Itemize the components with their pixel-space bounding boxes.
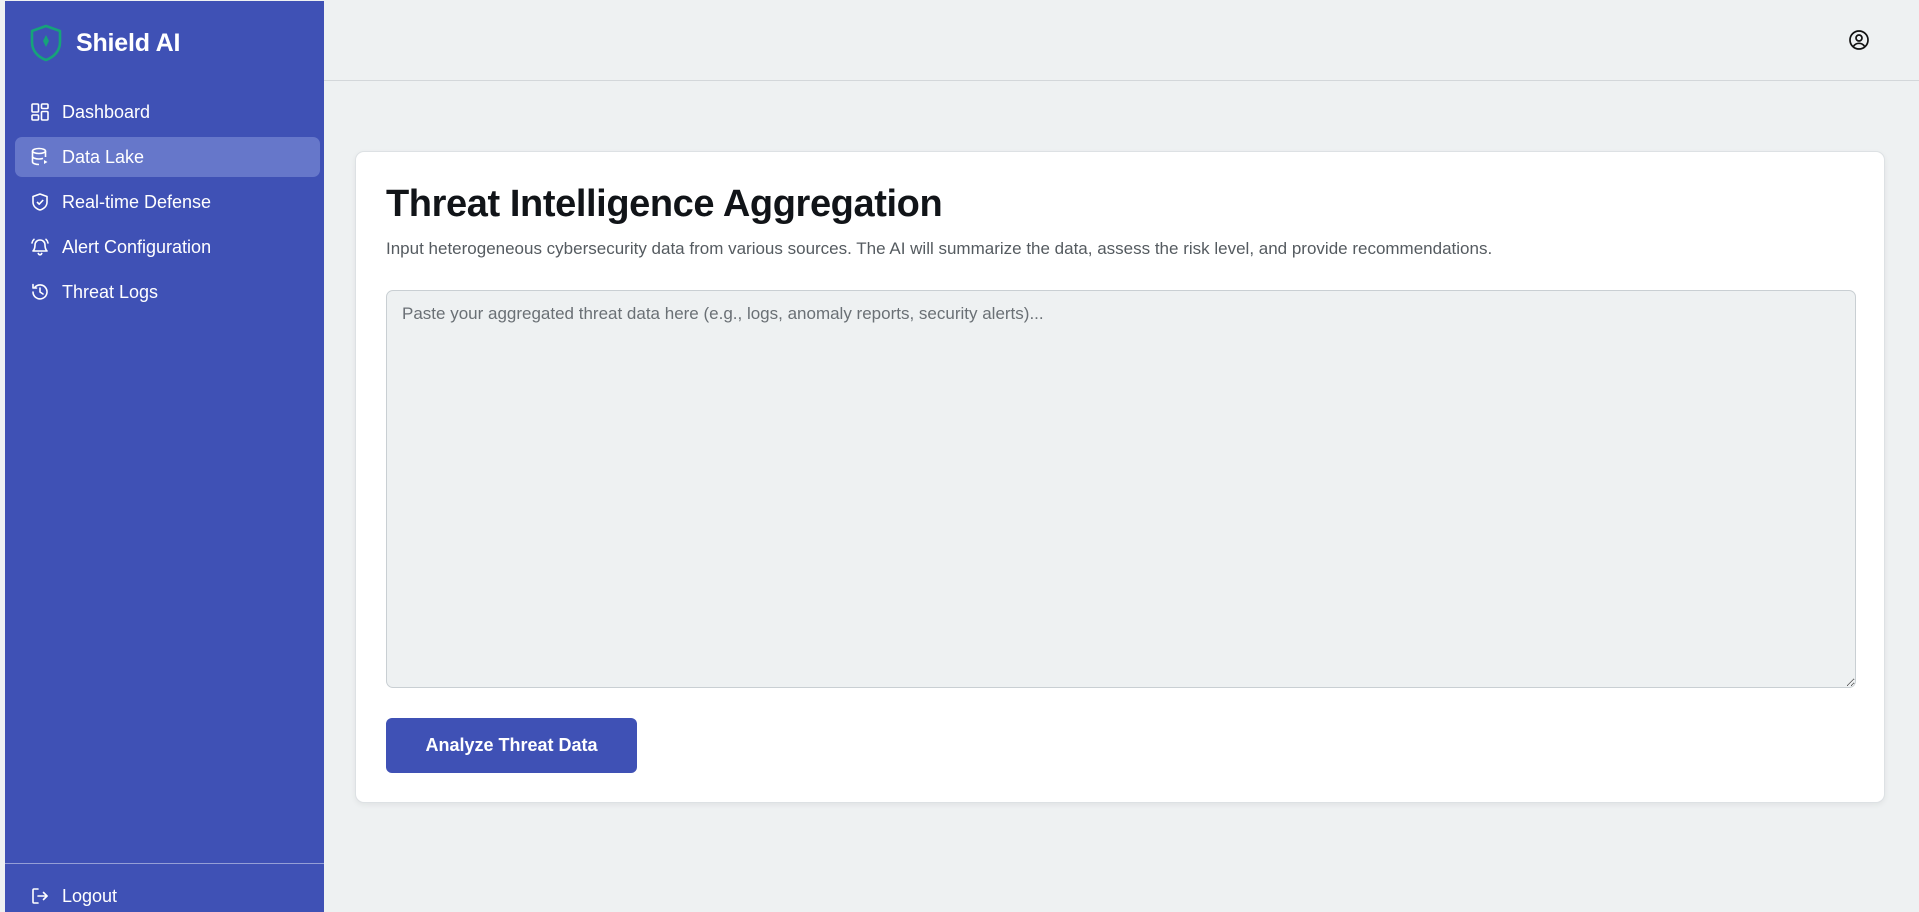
sidebar-item-threat-logs[interactable]: Threat Logs bbox=[15, 272, 320, 312]
sidebar-item-real-time-defense[interactable]: Real-time Defense bbox=[15, 182, 320, 222]
logout-button[interactable]: Logout bbox=[30, 882, 117, 910]
analyze-threat-data-button[interactable]: Analyze Threat Data bbox=[386, 718, 637, 773]
threat-aggregation-card: Threat Intelligence Aggregation Input he… bbox=[355, 151, 1885, 803]
shield-icon bbox=[30, 24, 62, 62]
sidebar-item-alert-configuration[interactable]: Alert Configuration bbox=[15, 227, 320, 267]
database-icon bbox=[31, 147, 48, 166]
bell-icon bbox=[31, 238, 49, 256]
logout-label: Logout bbox=[62, 885, 118, 906]
page-description: Input heterogeneous cybersecurity data f… bbox=[386, 239, 1493, 258]
brand[interactable]: Shield AI bbox=[28, 23, 180, 63]
logout-icon bbox=[32, 888, 48, 904]
shield-check-icon bbox=[32, 193, 48, 211]
sidebar-item-label: Dashboard bbox=[62, 101, 151, 122]
page-title: Threat Intelligence Aggregation bbox=[386, 183, 943, 225]
threat-data-input[interactable] bbox=[386, 290, 1856, 688]
sidebar-divider bbox=[5, 863, 324, 864]
sidebar: Shield AI Dashboard Data Lake Real-time … bbox=[5, 1, 324, 912]
sidebar-item-dashboard[interactable]: Dashboard bbox=[15, 92, 320, 132]
sidebar-item-data-lake[interactable]: Data Lake bbox=[15, 137, 320, 177]
sidebar-item-label: Alert Configuration bbox=[62, 236, 212, 257]
user-circle-icon bbox=[1849, 30, 1869, 50]
sidebar-item-label: Data Lake bbox=[62, 146, 145, 167]
sidebar-nav: Dashboard Data Lake Real-time Defense Al… bbox=[15, 92, 320, 317]
app-root: Shield AI Dashboard Data Lake Real-time … bbox=[0, 0, 1919, 912]
history-icon bbox=[32, 283, 48, 300]
sidebar-item-label: Real-time Defense bbox=[62, 191, 212, 212]
sidebar-item-label: Threat Logs bbox=[62, 281, 159, 302]
user-menu-button[interactable] bbox=[1847, 28, 1871, 52]
brand-name: Shield AI bbox=[76, 28, 181, 57]
top-header bbox=[324, 0, 1919, 81]
dashboard-grid-icon bbox=[31, 103, 49, 121]
